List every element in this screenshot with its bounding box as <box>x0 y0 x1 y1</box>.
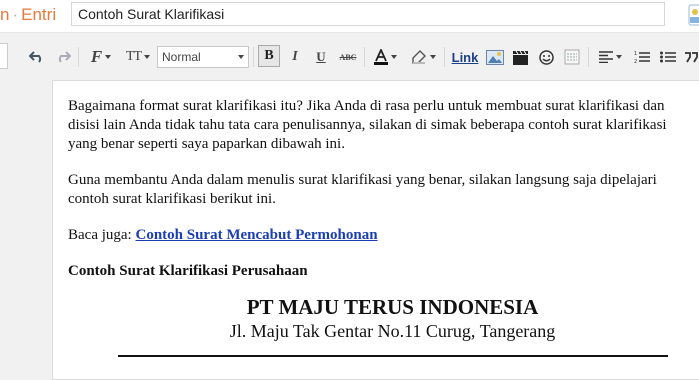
underline-icon: U <box>316 49 326 64</box>
toolbar-separator <box>78 47 79 67</box>
company-name: PT MAJU TERUS INDONESIA <box>246 295 539 319</box>
insert-link-label: Link <box>451 49 479 65</box>
paragraph-1-line-3: yang benar seperti saya paparkan dibawah… <box>68 136 345 152</box>
blogger-logo-icon <box>683 3 699 27</box>
font-size-icon: TT <box>125 49 142 64</box>
italic-button[interactable]: I <box>285 46 305 68</box>
strikethrough-icon: ABC <box>339 52 357 62</box>
align-left-icon <box>598 51 613 63</box>
font-size-button[interactable]: TT <box>122 46 154 68</box>
paragraph-2-line-1: Guna membantu Anda dalam menulis surat k… <box>68 172 657 188</box>
toolbar-separator <box>444 47 445 67</box>
bulleted-list-icon[interactable] <box>658 46 678 68</box>
insert-jump-break-icon[interactable] <box>562 46 582 68</box>
compose-mode-toggle[interactable] <box>0 43 8 69</box>
chevron-down-icon <box>390 55 397 59</box>
underline-button[interactable]: U <box>311 46 331 68</box>
numbered-list-icon[interactable]: 12 <box>632 46 652 68</box>
post-title-input[interactable] <box>71 2 665 26</box>
svg-text:1: 1 <box>634 51 637 57</box>
letterhead: PT MAJU TERUS INDONESIA Jl. Maju Tak Gen… <box>95 294 690 342</box>
section-heading: Contoh Surat Klarifikasi Perusahaan <box>68 263 308 279</box>
font-family-button[interactable]: F <box>86 46 116 68</box>
undo-icon[interactable] <box>28 46 46 68</box>
company-address: Jl. Maju Tak Gentar No.11 Curug, Tangera… <box>229 321 556 341</box>
svg-text:2: 2 <box>634 59 637 64</box>
insert-video-icon[interactable] <box>510 46 530 68</box>
toolbar-separator <box>364 47 365 67</box>
insert-image-icon[interactable] <box>485 46 505 68</box>
read-also-line: Baca juga: Contoh Surat Mencabut Permoho… <box>68 226 699 245</box>
bold-icon: B <box>264 48 274 63</box>
breadcrumb-section-entri[interactable]: Entri <box>21 5 56 24</box>
italic-icon: I <box>292 49 298 64</box>
paragraph-style-value: Normal <box>162 50 201 64</box>
post-editor-header: n · Entri <box>0 0 699 33</box>
post-content[interactable]: Bagaimana format surat klarifikasi itu? … <box>68 97 699 281</box>
paragraph-1-line-2: disisi lain Anda tidak tahu tata cara pe… <box>68 117 667 133</box>
breadcrumb: n · Entri <box>0 5 56 25</box>
paragraph-style-select[interactable]: Normal <box>157 46 249 68</box>
insert-emoji-icon[interactable] <box>536 46 556 68</box>
paragraph-2-line-2: contoh surat klarifikasi berikut ini. <box>68 191 276 207</box>
letterhead-rule <box>118 355 668 357</box>
chevron-down-icon <box>238 55 244 59</box>
chevron-down-icon <box>105 55 112 59</box>
format-toolbar: F TT Normal B I U ABC Link 1 2 <box>0 33 699 79</box>
insert-link-button[interactable]: Link <box>450 46 480 68</box>
quote-icon[interactable] <box>682 46 699 68</box>
chevron-down-icon <box>615 55 622 59</box>
highlight-icon <box>411 50 426 64</box>
strikethrough-button[interactable]: ABC <box>337 46 359 68</box>
paragraph-1-line-1: Bagaimana format surat klarifikasi itu? … <box>68 98 665 114</box>
redo-icon[interactable] <box>54 46 72 68</box>
read-also-prefix: Baca juga: <box>68 227 136 243</box>
chevron-down-icon <box>144 55 151 59</box>
alignment-button[interactable] <box>595 46 625 68</box>
bold-button[interactable]: B <box>258 45 280 67</box>
text-color-icon <box>373 49 388 65</box>
toolbar-separator <box>588 47 589 67</box>
breadcrumb-separator: · <box>12 5 19 24</box>
font-family-icon: F <box>90 47 103 66</box>
text-color-button[interactable] <box>370 46 400 68</box>
chevron-down-icon <box>429 55 436 59</box>
toolbar-separator <box>253 47 254 67</box>
read-also-link[interactable]: Contoh Surat Mencabut Permohonan <box>135 227 377 243</box>
highlight-color-button[interactable] <box>408 46 438 68</box>
